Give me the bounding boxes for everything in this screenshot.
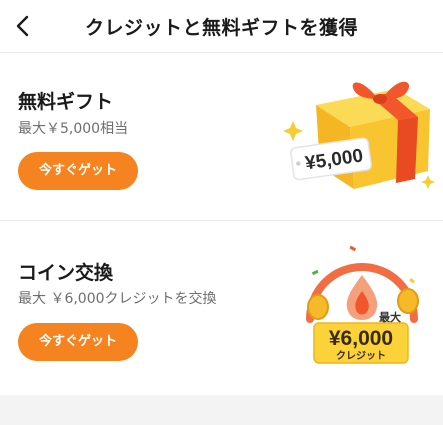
app-header: クレジットと無料ギフトを獲得	[0, 0, 443, 52]
coin-exchange-get-button[interactable]: 今すぐゲット	[18, 323, 138, 361]
coin-exchange-title: コイン交換	[18, 262, 114, 284]
flame-drop-icon	[346, 275, 378, 320]
free-gift-section: 無料ギフト 最大￥5,000相当 今すぐゲット ¥5,000	[0, 53, 443, 220]
free-gift-get-button[interactable]: 今すぐゲット	[18, 152, 138, 190]
coin-exchange-illustration: 最大 ¥6,000 クレジット	[306, 245, 419, 364]
credit-badge-unit: クレジット	[336, 350, 386, 362]
credit-badge-max: 最大	[379, 310, 401, 324]
coin-exchange-subtitle: 最大 ￥6,000クレジットを交換	[18, 291, 217, 307]
free-gift-title: 無料ギフト	[18, 91, 114, 113]
free-gift-subtitle: 最大￥5,000相当	[18, 121, 129, 137]
page-title: クレジットと無料ギフトを獲得	[84, 17, 358, 39]
bottom-spacer	[0, 395, 443, 425]
credit-badge-amount: ¥6,000	[329, 327, 393, 350]
sparkle-star-icon	[283, 121, 303, 141]
gift-box-illustration: ¥5,000	[283, 81, 435, 189]
sparkle-star-icon	[421, 175, 435, 189]
coin-exchange-section: コイン交換 最大 ￥6,000クレジットを交換 今すぐゲット 最大 ¥6,000…	[0, 221, 443, 395]
